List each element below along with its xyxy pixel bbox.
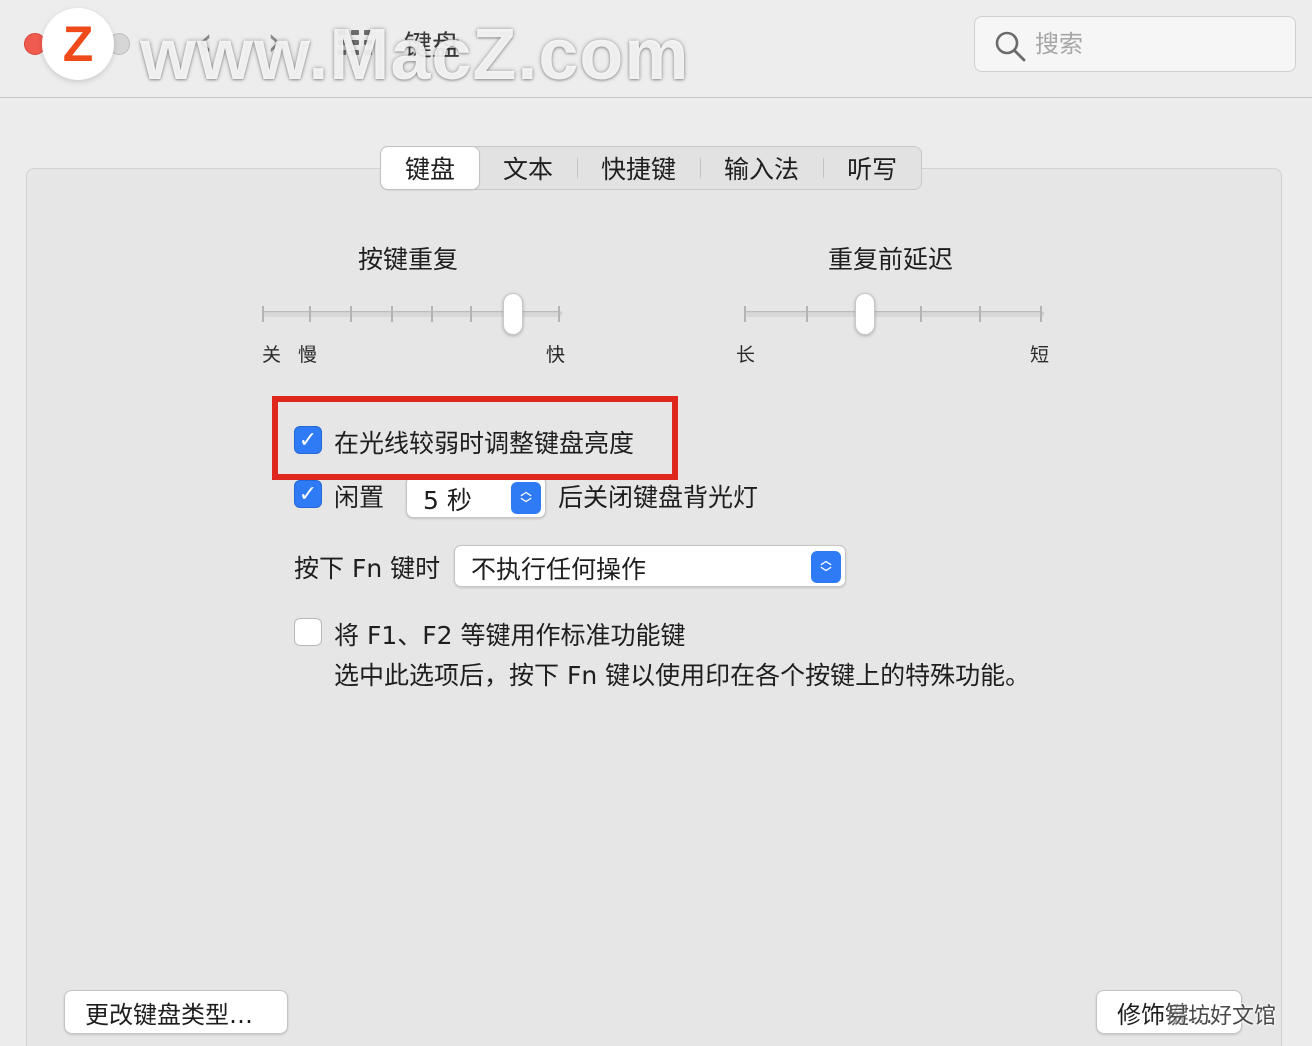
slider-tick [262, 306, 264, 322]
slider-tick [470, 306, 472, 322]
idle-suffix-label: 后关闭键盘背光灯 [558, 483, 759, 512]
key-repeat-title: 按键重复 [358, 245, 459, 274]
logo-letter: Z [62, 16, 94, 72]
slider-tick [806, 306, 808, 322]
function-keys-description: 选中此选项后，按下 Fn 键以使用印在各个按键上的特殊功能。 [334, 661, 1031, 690]
highlight-box [272, 396, 678, 480]
corner-watermark: 易坊好文馆 [1166, 1004, 1277, 1029]
repeat-delay-track[interactable] [744, 311, 1044, 317]
repeat-delay-thumb[interactable] [855, 293, 875, 335]
function-keys-label: 将 F1、F2 等键用作标准功能键 [334, 621, 686, 650]
slider-tick [744, 306, 746, 322]
tab-dictation[interactable]: 听写 [823, 147, 921, 189]
label-slow: 慢 [298, 344, 318, 366]
function-keys-checkbox[interactable] [294, 618, 322, 646]
slider-tick [391, 306, 393, 322]
toolbar: Z ‹ › 键盘 www.MacZ.com [0, 0, 1312, 98]
change-keyboard-type-button[interactable]: 更改键盘类型… [64, 990, 288, 1034]
fn-key-popup[interactable]: 不执行任何操作 ︿ ﹀ [454, 545, 846, 587]
slider-tick [431, 306, 433, 322]
tab-bar: 键盘 文本 快捷键 输入法 听写 [380, 146, 923, 190]
fn-key-label: 按下 Fn 键时 [294, 554, 441, 583]
slider-tick [1040, 306, 1042, 322]
tab-keyboard[interactable]: 键盘 [381, 147, 480, 189]
up-down-chevron-icon: ︿ ﹀ [511, 482, 541, 514]
slider-tick [979, 306, 981, 322]
idle-duration-value: 5 秒 [423, 486, 472, 515]
settings-panel [26, 168, 1282, 1046]
tab-input-sources[interactable]: 输入法 [700, 147, 823, 189]
watermark: www.MacZ.com [140, 15, 690, 95]
slider-tick [558, 306, 560, 322]
repeat-delay-title: 重复前延迟 [828, 245, 954, 274]
idle-backlight-checkbox[interactable]: ✓ [294, 480, 322, 508]
label-off: 关 [262, 344, 282, 366]
slider-tick [350, 306, 352, 322]
search-icon [995, 31, 1026, 62]
site-logo: Z [42, 8, 114, 80]
label-short: 短 [1030, 344, 1050, 366]
slider-tick [309, 306, 311, 322]
up-down-chevron-icon: ︿ ﹀ [811, 551, 841, 583]
label-long: 长 [736, 344, 756, 366]
search-field[interactable] [974, 16, 1296, 72]
label-fast: 快 [546, 344, 566, 366]
tab-shortcuts[interactable]: 快捷键 [577, 147, 700, 189]
key-repeat-thumb[interactable] [503, 293, 523, 335]
idle-prefix-label: 闲置 [334, 483, 385, 512]
checkmark-icon: ✓ [298, 481, 318, 507]
system-preferences-window: Z ‹ › 键盘 www.MacZ.com 键盘 文本 快捷键 输入法 听写 按… [0, 0, 1312, 1046]
search-input[interactable] [1035, 25, 1285, 63]
fn-key-value: 不执行任何操作 [471, 555, 647, 584]
idle-duration-popup[interactable]: 5 秒 ︿ ﹀ [406, 476, 546, 518]
tab-text[interactable]: 文本 [479, 147, 577, 189]
slider-tick [920, 306, 922, 322]
